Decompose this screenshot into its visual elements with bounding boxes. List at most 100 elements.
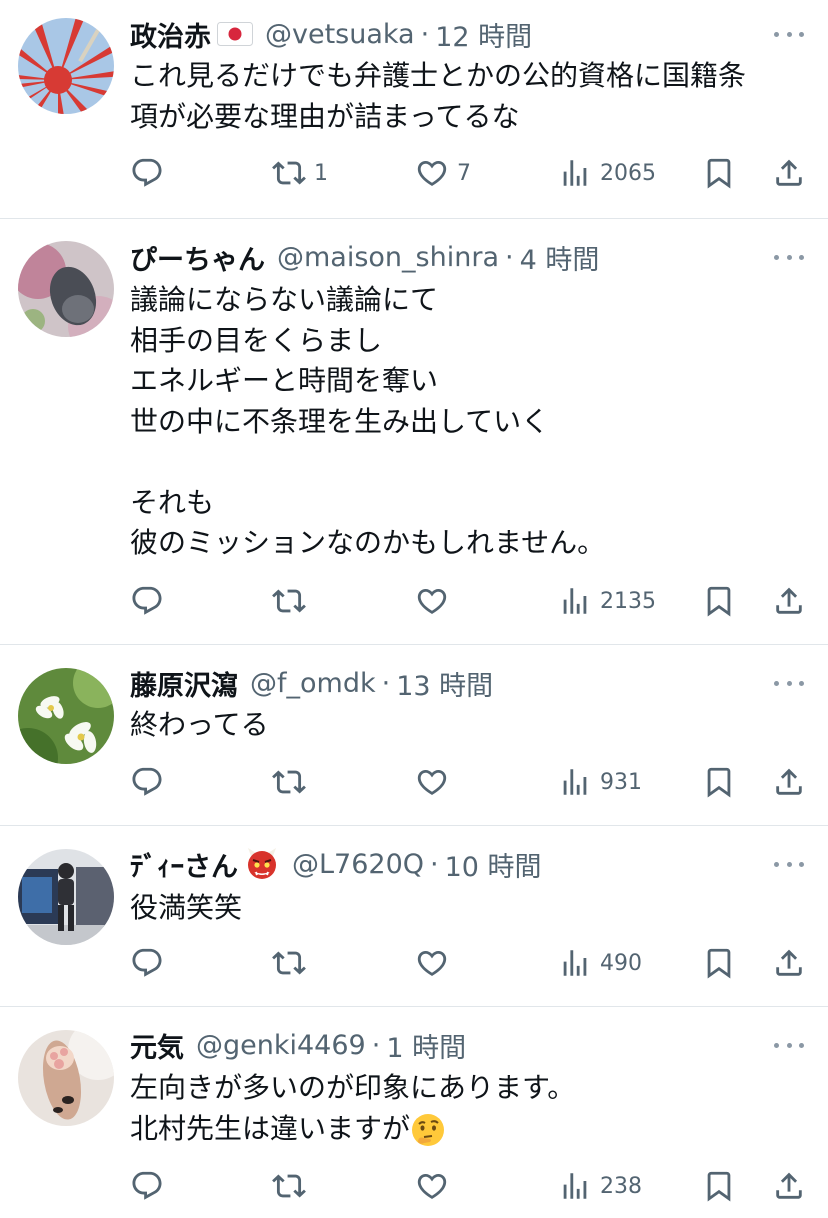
text-line: エネルギーと時間を奪い bbox=[130, 364, 439, 397]
heart-icon bbox=[417, 1173, 447, 1199]
user-handle[interactable]: @L7620Q bbox=[292, 849, 424, 880]
retweet-button[interactable] bbox=[272, 581, 314, 621]
reply-button[interactable] bbox=[130, 153, 164, 193]
thinking-face-emoji bbox=[410, 1112, 446, 1148]
bookmark-button[interactable] bbox=[702, 1166, 736, 1206]
timestamp[interactable]: 10 時間 bbox=[445, 845, 542, 884]
timestamp[interactable]: 4 時間 bbox=[520, 238, 600, 277]
like-count: 7 bbox=[457, 160, 471, 186]
tweet-1[interactable]: 政治赤 @vetsuaka · 12 時間 これ見るだけでも弁護士とかの公的資格… bbox=[0, 0, 828, 218]
share-button[interactable] bbox=[772, 762, 806, 802]
like-button[interactable]: 7 bbox=[415, 153, 471, 193]
retweet-button[interactable] bbox=[272, 762, 314, 802]
tweet-text: 左向きが多いのが印象にあります。 北村先生は違いますが bbox=[130, 1068, 800, 1149]
display-name[interactable]: ぴーちゃん bbox=[130, 238, 265, 277]
views-icon bbox=[563, 588, 587, 614]
separator-dot: · bbox=[430, 848, 439, 880]
text-line: 世の中に不条理を生み出していく bbox=[130, 404, 550, 438]
retweet-button[interactable]: 1 bbox=[272, 153, 328, 193]
display-name[interactable]: ﾃﾞｨｰさん bbox=[130, 845, 238, 884]
views-button[interactable]: 931 bbox=[558, 762, 642, 802]
avatar-3[interactable] bbox=[18, 668, 114, 764]
like-button[interactable] bbox=[415, 762, 457, 802]
avatar-5[interactable] bbox=[18, 1030, 114, 1126]
retweet-icon bbox=[272, 951, 306, 975]
separator-dot: · bbox=[381, 667, 391, 699]
reply-button[interactable] bbox=[130, 1166, 164, 1206]
bookmark-icon bbox=[707, 1171, 731, 1202]
like-button[interactable] bbox=[415, 1166, 457, 1206]
views-button[interactable]: 2065 bbox=[558, 153, 656, 193]
tweet-text: 終わってる bbox=[130, 705, 800, 746]
display-name[interactable]: 政治赤 bbox=[130, 15, 211, 54]
like-button[interactable] bbox=[415, 581, 457, 621]
avatar-2[interactable] bbox=[18, 241, 114, 337]
tweet-text: 議論にならない議論にて 相手の目をくらまし エネルギーと時間を奪い 世の中に不条… bbox=[130, 280, 800, 564]
retweet-icon bbox=[272, 770, 306, 794]
retweet-icon bbox=[272, 589, 306, 613]
text-line bbox=[130, 442, 800, 483]
views-button[interactable]: 238 bbox=[558, 1166, 642, 1206]
more-icon[interactable] bbox=[774, 24, 804, 44]
action-bar: 1 7 2065 bbox=[0, 153, 828, 193]
share-icon bbox=[776, 159, 802, 186]
text-line: 北村先生は違いますが bbox=[130, 1109, 800, 1150]
views-icon bbox=[563, 160, 587, 186]
bookmark-button[interactable] bbox=[702, 943, 736, 983]
text-line: 項が必要な理由が詰まってるな bbox=[130, 99, 520, 133]
heart-icon bbox=[417, 769, 447, 795]
views-button[interactable]: 490 bbox=[558, 943, 642, 983]
text-line: これ見るだけでも弁護士とかの公的資格に国籍条 bbox=[130, 59, 747, 92]
tweet-text: これ見るだけでも弁護士とかの公的資格に国籍条 項が必要な理由が詰まってるな bbox=[130, 56, 800, 137]
view-count: 931 bbox=[600, 769, 642, 795]
timestamp[interactable]: 1 時間 bbox=[386, 1026, 466, 1065]
timestamp[interactable]: 13 時間 bbox=[396, 664, 493, 703]
reply-button[interactable] bbox=[130, 762, 164, 802]
user-handle[interactable]: @f_omdk bbox=[250, 668, 376, 699]
bookmark-button[interactable] bbox=[702, 762, 736, 802]
more-icon[interactable] bbox=[774, 673, 804, 693]
text-line: 相手の目をくらまし bbox=[130, 323, 383, 357]
avatar-4[interactable] bbox=[18, 849, 114, 945]
user-handle[interactable]: @maison_shinra bbox=[277, 242, 499, 273]
tweet-5[interactable]: 元気 @genki4469 · 1 時間 左向きが多いのが印象にあります。 北村… bbox=[0, 1007, 828, 1218]
avatar-1[interactable] bbox=[18, 18, 114, 114]
share-button[interactable] bbox=[772, 1166, 806, 1206]
display-name[interactable]: 藤原沢瀉 bbox=[130, 664, 238, 703]
retweet-button[interactable] bbox=[272, 1166, 314, 1206]
reply-button[interactable] bbox=[130, 943, 164, 983]
share-button[interactable] bbox=[772, 153, 806, 193]
japan-flag-icon bbox=[217, 22, 253, 46]
like-button[interactable] bbox=[415, 943, 457, 983]
display-name[interactable]: 元気 bbox=[130, 1026, 184, 1065]
tweet-header: 政治赤 @vetsuaka · 12 時間 bbox=[130, 14, 532, 54]
bookmark-icon bbox=[707, 948, 731, 979]
heart-icon bbox=[417, 950, 447, 976]
views-button[interactable]: 2135 bbox=[558, 581, 656, 621]
tweet-header: 藤原沢瀉 @f_omdk · 13 時間 bbox=[130, 663, 493, 703]
user-handle[interactable]: @genki4469 bbox=[196, 1030, 366, 1061]
user-handle[interactable]: @vetsuaka bbox=[265, 19, 415, 50]
reply-button[interactable] bbox=[130, 581, 164, 621]
action-bar: 238 bbox=[0, 1166, 828, 1206]
tweet-3[interactable]: 藤原沢瀉 @f_omdk · 13 時間 終わってる 931 bbox=[0, 645, 828, 825]
more-icon[interactable] bbox=[774, 1035, 804, 1055]
view-count: 490 bbox=[600, 950, 642, 976]
timestamp[interactable]: 12 時間 bbox=[435, 15, 532, 54]
bookmark-icon bbox=[707, 158, 731, 189]
action-bar: 2135 bbox=[0, 581, 828, 621]
retweet-button[interactable] bbox=[272, 943, 314, 983]
share-button[interactable] bbox=[772, 943, 806, 983]
tweet-4[interactable]: ﾃﾞｨｰさん @L7620Q · 10 時間 役満笑笑 490 bbox=[0, 826, 828, 1006]
view-count: 2065 bbox=[600, 160, 656, 186]
more-icon[interactable] bbox=[774, 854, 804, 874]
bookmark-button[interactable] bbox=[702, 153, 736, 193]
share-button[interactable] bbox=[772, 581, 806, 621]
red-oni-emoji bbox=[244, 846, 280, 882]
separator-dot: · bbox=[505, 241, 514, 273]
views-icon bbox=[563, 1173, 587, 1199]
tweet-2[interactable]: ぴーちゃん @maison_shinra · 4 時間 議論にならない議論にて … bbox=[0, 219, 828, 644]
more-icon[interactable] bbox=[774, 247, 804, 267]
action-bar: 931 bbox=[0, 762, 828, 802]
bookmark-button[interactable] bbox=[702, 581, 736, 621]
